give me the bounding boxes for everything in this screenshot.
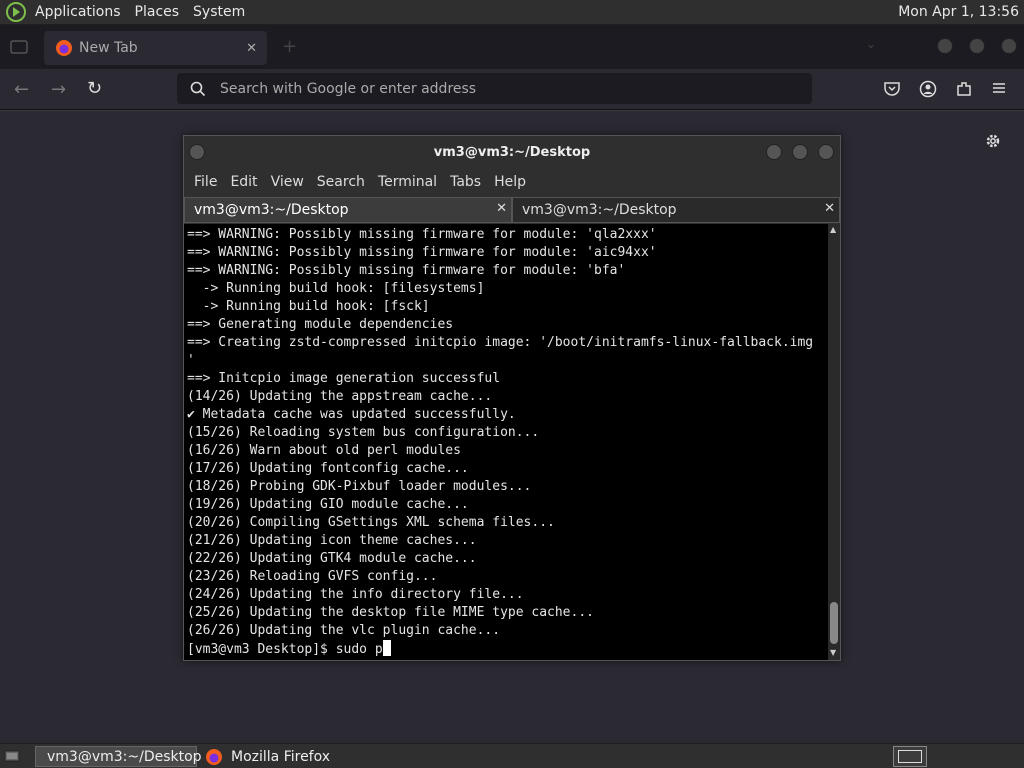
terminal-line: (15/26) Reloading system bus configurati… <box>187 425 540 440</box>
terminal-prompt-line[interactable]: [vm3@vm3 Desktop]$ sudo p <box>187 640 828 658</box>
taskbar-item-label: vm3@vm3:~/Desktop <box>47 748 202 765</box>
firefox-logo-icon <box>206 748 222 765</box>
firefox-tab-label: New Tab <box>79 40 138 56</box>
close-tab-icon[interactable]: ✕ <box>496 201 507 216</box>
clock[interactable]: Mon Apr 1, 13:56 <box>898 4 1019 20</box>
hamburger-menu-icon[interactable] <box>991 80 1007 100</box>
terminal-line: (17/26) Updating fontconfig cache... <box>187 461 469 476</box>
terminal-line: ==> WARNING: Possibly missing firmware f… <box>187 245 657 260</box>
menu-tabs[interactable]: Tabs <box>450 174 481 190</box>
menu-system[interactable]: System <box>193 4 245 20</box>
terminal-menubar: File Edit View Search Terminal Tabs Help <box>184 168 840 196</box>
workspace-switcher[interactable] <box>893 746 927 767</box>
menu-search[interactable]: Search <box>317 174 365 190</box>
terminal-line: (23/26) Reloading GVFS config... <box>187 569 438 584</box>
bottom-panel: vm3@vm3:~/Desktop Mozilla Firefox <box>0 743 1024 768</box>
terminal-line: ' <box>187 353 195 368</box>
scroll-down-arrow-icon[interactable]: ▼ <box>830 648 836 657</box>
terminal-line: -> Running build hook: [filesystems] <box>187 281 485 296</box>
menu-applications[interactable]: Applications <box>35 4 121 20</box>
close-window-button[interactable] <box>1001 38 1017 54</box>
terminal-line: ==> Creating zstd-compressed initcpio im… <box>187 335 814 350</box>
terminal-line: (24/26) Updating the info directory file… <box>187 587 524 602</box>
reload-icon[interactable]: ↻ <box>87 78 102 99</box>
terminal-line: (20/26) Compiling GSettings XML schema f… <box>187 515 555 530</box>
terminal-tab-1[interactable]: vm3@vm3:~/Desktop ✕ <box>184 197 512 223</box>
address-bar[interactable]: Search with Google or enter address <box>177 73 812 104</box>
terminal-window: vm3@vm3:~/Desktop File Edit View Search … <box>183 135 841 661</box>
extensions-icon[interactable] <box>955 80 973 102</box>
distro-logo-icon[interactable] <box>5 1 27 23</box>
terminal-tab-label: vm3@vm3:~/Desktop <box>194 202 349 218</box>
search-icon <box>190 81 206 96</box>
top-panel: Applications Places System Mon Apr 1, 13… <box>0 0 1024 25</box>
address-bar-placeholder: Search with Google or enter address <box>220 80 477 97</box>
terminal-line: (22/26) Updating GTK4 module cache... <box>187 551 477 566</box>
menu-file[interactable]: File <box>194 174 217 190</box>
menu-terminal[interactable]: Terminal <box>378 174 437 190</box>
close-tab-icon[interactable]: ✕ <box>824 201 835 216</box>
terminal-line: (21/26) Updating icon theme caches... <box>187 533 477 548</box>
close-tab-icon[interactable]: ✕ <box>246 41 257 56</box>
scrollbar-thumb[interactable] <box>830 602 838 644</box>
terminal-close-button[interactable] <box>818 144 834 160</box>
terminal-prompt: [vm3@vm3 Desktop]$ sudo p <box>187 642 383 657</box>
terminal-maximize-button[interactable] <box>792 144 808 160</box>
terminal-line: ==> WARNING: Possibly missing firmware f… <box>187 263 626 278</box>
terminal-line: (25/26) Updating the desktop file MIME t… <box>187 605 594 620</box>
taskbar-item-label: Mozilla Firefox <box>231 748 331 765</box>
scroll-up-arrow-icon[interactable]: ▲ <box>830 225 836 234</box>
maximize-window-button[interactable] <box>969 38 985 54</box>
menu-places[interactable]: Places <box>135 4 180 20</box>
terminal-line: (16/26) Warn about old perl modules <box>187 443 461 458</box>
menu-view[interactable]: View <box>271 174 304 190</box>
terminal-line: (18/26) Probing GDK-Pixbuf loader module… <box>187 479 532 494</box>
show-desktop-icon[interactable] <box>4 748 20 768</box>
firefox-logo-icon <box>56 40 72 56</box>
pocket-icon[interactable] <box>883 80 901 102</box>
terminal-line: ==> Generating module dependencies <box>187 317 454 332</box>
terminal-line: ✔ Metadata cache was updated successfull… <box>187 407 516 422</box>
menu-edit[interactable]: Edit <box>230 174 257 190</box>
terminal-line: (14/26) Updating the appstream cache... <box>187 389 493 404</box>
back-icon[interactable]: ← <box>14 79 29 100</box>
new-tab-icon[interactable]: + <box>282 36 297 57</box>
account-icon[interactable] <box>919 80 937 102</box>
terminal-line: ==> Initcpio image generation successful <box>187 371 501 386</box>
firefox-tab-new-tab[interactable]: New Tab ✕ <box>44 31 267 65</box>
terminal-tab-label: vm3@vm3:~/Desktop <box>522 202 677 218</box>
list-tabs-icon[interactable]: ⌄ <box>866 37 876 51</box>
terminal-title: vm3@vm3:~/Desktop <box>433 144 591 160</box>
gear-icon[interactable] <box>984 132 1002 154</box>
terminal-minimize-button[interactable] <box>766 144 782 160</box>
firefox-view-icon[interactable] <box>10 39 28 59</box>
terminal-cursor <box>382 640 391 656</box>
taskbar-firefox-button[interactable]: Mozilla Firefox <box>205 746 375 767</box>
terminal-line: ==> WARNING: Possibly missing firmware f… <box>187 227 657 242</box>
terminal-tab-2[interactable]: vm3@vm3:~/Desktop ✕ <box>512 197 840 223</box>
terminal-line: -> Running build hook: [fsck] <box>187 299 430 314</box>
terminal-scrollbar[interactable]: ▲ ▼ <box>828 224 840 660</box>
terminal-output[interactable]: ==> WARNING: Possibly missing firmware f… <box>184 224 828 660</box>
terminal-tab-bar: vm3@vm3:~/Desktop ✕ vm3@vm3:~/Desktop ✕ <box>184 197 840 223</box>
workspace-1[interactable] <box>898 750 922 763</box>
menu-help[interactable]: Help <box>494 174 526 190</box>
minimize-window-button[interactable] <box>937 38 953 54</box>
terminal-line: (19/26) Updating GIO module cache... <box>187 497 469 512</box>
forward-icon[interactable]: → <box>51 79 66 100</box>
taskbar-terminal-button[interactable]: vm3@vm3:~/Desktop <box>35 746 202 767</box>
terminal-line: (26/26) Updating the vlc plugin cache... <box>187 623 501 638</box>
